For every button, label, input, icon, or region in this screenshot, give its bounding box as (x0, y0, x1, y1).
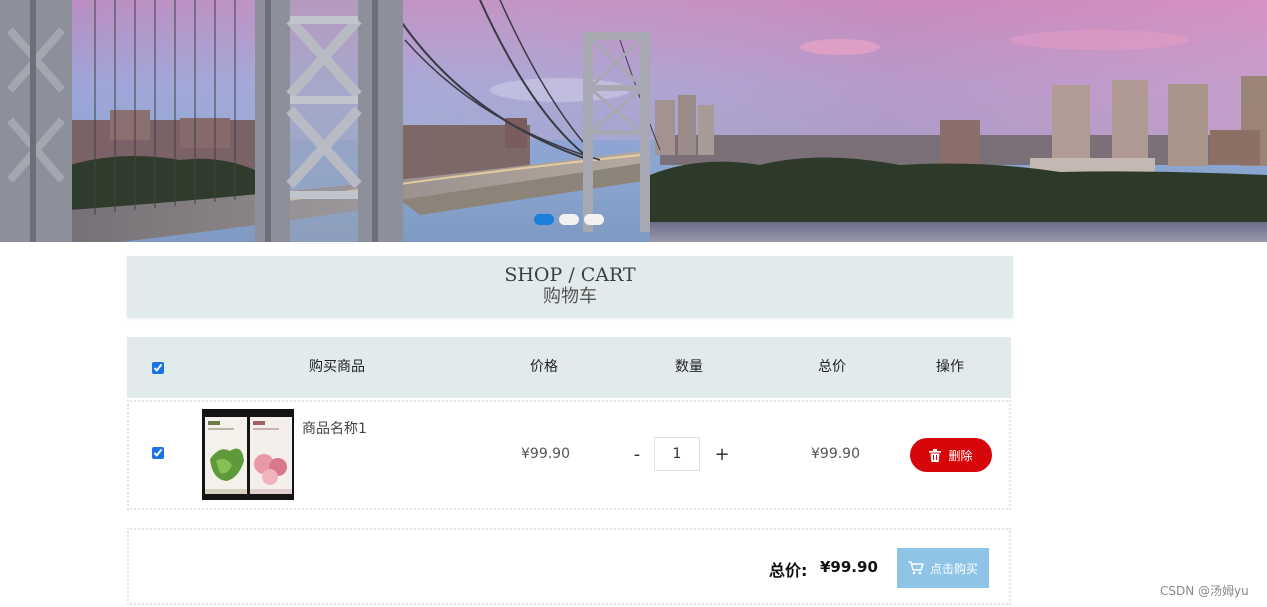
product-image (202, 409, 294, 500)
column-header-product: 购买商品 (309, 359, 365, 375)
product-name[interactable]: 商品名称1 (302, 418, 367, 438)
cart-title-box: SHOP / CART 购物车 (127, 256, 1013, 318)
banner-image-bridge-city (0, 0, 1267, 242)
product-price: ¥99.90 (521, 446, 570, 462)
carousel-indicators (534, 214, 604, 225)
cart-item-row: 商品名称1 ¥99.90 - + ¥99.90 删除 (127, 400, 1011, 510)
column-header-action: 操作 (936, 359, 964, 375)
trash-icon (929, 448, 942, 462)
carousel-banner[interactable] (0, 0, 1267, 242)
total-value: ¥99.90 (820, 558, 878, 576)
buy-button[interactable]: 点击购买 (897, 548, 989, 588)
page-title-en: SHOP / CART (504, 264, 636, 286)
carousel-dot-1[interactable] (534, 214, 554, 225)
page-title-cn: 购物车 (543, 286, 597, 307)
delete-button[interactable]: 删除 (910, 438, 992, 472)
select-all-checkbox[interactable] (152, 361, 164, 374)
product-thumbnail[interactable] (202, 409, 294, 500)
select-all-cell (152, 337, 166, 398)
carousel-dot-3[interactable] (584, 214, 604, 225)
total-label: 总价: (769, 561, 808, 580)
cart-icon (908, 561, 924, 575)
cart-table-header: 购买商品 价格 数量 总价 操作 (127, 337, 1011, 398)
cart-summary: 总价: ¥99.90 点击购买 (127, 528, 1011, 605)
carousel-dot-2[interactable] (559, 214, 579, 225)
delete-button-label: 删除 (948, 448, 973, 463)
watermark: CSDN @汤姆yu (1160, 584, 1249, 598)
quantity-increase-button[interactable]: + (712, 442, 732, 468)
quantity-input[interactable] (654, 437, 700, 471)
item-total: ¥99.90 (811, 446, 860, 462)
column-header-quantity: 数量 (675, 359, 703, 375)
buy-button-label: 点击购买 (929, 561, 978, 576)
quantity-decrease-button[interactable]: - (627, 442, 647, 468)
item-select-cell (152, 447, 164, 459)
column-header-price: 价格 (530, 359, 558, 375)
item-checkbox[interactable] (152, 447, 164, 459)
column-header-total: 总价 (818, 359, 846, 375)
